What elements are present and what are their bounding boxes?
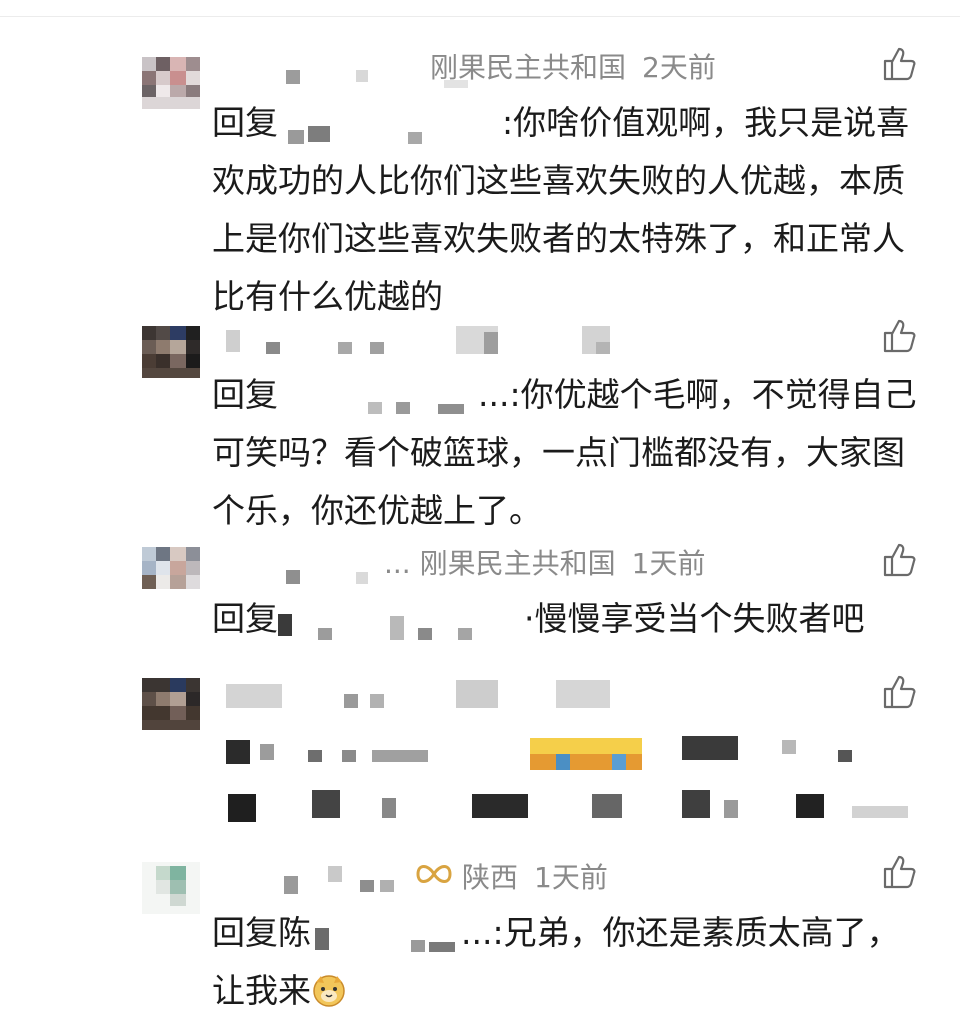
avatar[interactable] — [142, 862, 200, 914]
redacted-username — [268, 560, 378, 590]
avatar[interactable] — [142, 57, 200, 109]
like-button[interactable] — [880, 852, 920, 892]
comment-body: 回复 ·慢慢享受当个失败者吧 — [212, 590, 932, 648]
reply-prefix: 回复 — [212, 375, 278, 414]
redacted-username — [226, 676, 626, 716]
reply-separator: ...: — [478, 375, 521, 414]
thumbs-up-icon — [883, 543, 916, 577]
infinity-badge-icon — [416, 865, 452, 883]
timestamp: 1天前 — [631, 547, 706, 580]
avatar[interactable] — [142, 326, 200, 378]
reply-separator: ...: — [461, 913, 504, 952]
redacted-reply-target — [311, 920, 461, 952]
redacted-reply-target — [278, 110, 502, 144]
avatar[interactable] — [142, 547, 200, 599]
thumbs-up-icon — [883, 855, 916, 889]
comment-meta: 刚果民主共和国 2天前 — [430, 46, 716, 86]
avatar[interactable] — [142, 678, 200, 730]
doge-emoji-icon — [313, 975, 345, 1007]
reply-separator: : — [502, 103, 514, 142]
top-divider — [0, 16, 960, 17]
reply-prefix: 回复陈 — [212, 913, 311, 952]
reply-prefix: 回复 — [212, 103, 278, 142]
comment-meta: ... 刚果民主共和国 1天前 — [384, 542, 705, 582]
location-label: 陕西 — [462, 861, 519, 894]
thumbs-up-icon — [883, 675, 916, 709]
redacted-comment-body — [212, 730, 932, 830]
comment-text: 慢慢享受当个失败者吧 — [534, 599, 865, 638]
comment-meta: 陕西 1天前 — [462, 856, 608, 896]
like-button[interactable] — [880, 540, 920, 580]
redacted-reply-target — [278, 606, 524, 640]
like-button[interactable] — [880, 44, 920, 84]
like-button[interactable] — [880, 316, 920, 356]
timestamp: 2天前 — [642, 51, 716, 84]
like-button[interactable] — [880, 672, 920, 712]
comment-body: 回复 ...:你优越个毛啊，不觉得自己可笑吗？看个破篮球，一点门槛都没有，大家图个… — [212, 366, 932, 540]
reply-prefix: 回复 — [212, 599, 278, 638]
redacted-username — [284, 866, 410, 896]
comment-body: 回复:你啥价值观啊，我只是说喜欢成功的人比你们这些喜欢失败的人优越，本质上是你们… — [212, 94, 932, 326]
username-ellipsis: ... — [384, 547, 411, 580]
comment-body: 回复陈 ...:兄弟，你还是素质太高了，让我来 — [212, 904, 932, 1020]
timestamp: 1天前 — [534, 861, 608, 894]
reply-separator: · — [524, 599, 535, 638]
thumbs-up-icon — [883, 319, 916, 353]
redacted-username — [260, 60, 468, 90]
location-label: 刚果民主共和国 — [430, 51, 627, 84]
location-label: 刚果民主共和国 — [419, 547, 616, 580]
redacted-username — [226, 322, 626, 362]
thumbs-up-icon — [883, 47, 916, 81]
redacted-reply-target — [278, 382, 478, 414]
